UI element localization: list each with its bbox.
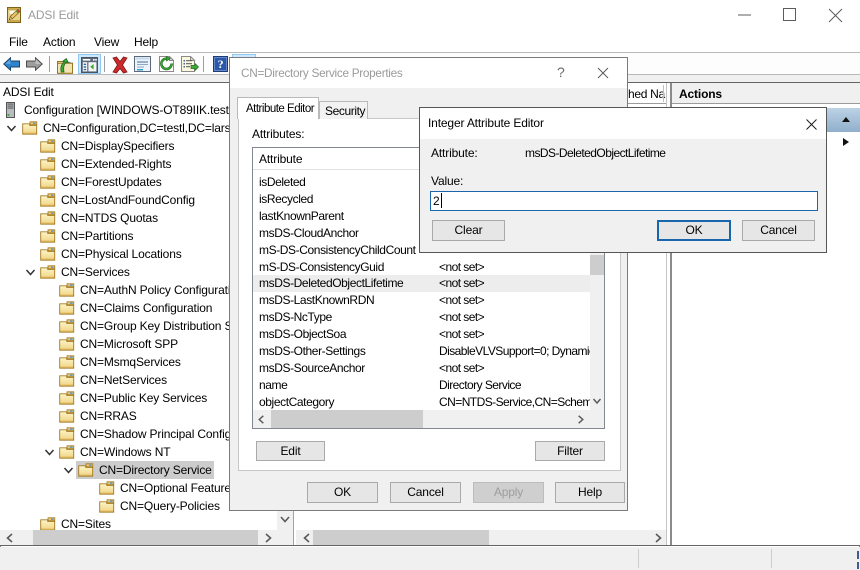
svg-text:?: ? bbox=[218, 57, 224, 71]
